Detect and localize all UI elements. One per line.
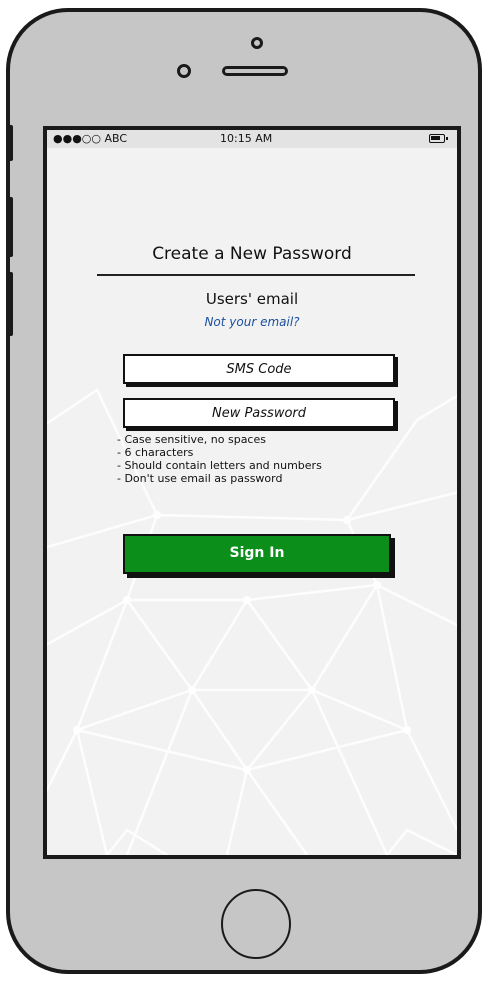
page-title: Create a New Password [152,244,352,264]
mute-switch [6,125,13,161]
password-rule: - Should contain letters and numbers [117,459,322,472]
sms-code-input[interactable] [125,356,393,382]
password-rule: - 6 characters [117,446,194,459]
password-rule: - Don't use email as password [117,472,283,485]
volume-down-button [6,272,13,336]
new-password-field[interactable] [123,398,395,428]
user-email: Users' email [205,290,299,308]
home-button[interactable] [221,889,291,959]
status-bar: ●●●○○ ABC 10:15 AM [47,130,457,148]
new-password-input[interactable] [125,400,393,426]
volume-up-button [6,197,13,257]
sensor-dot [251,37,263,49]
password-rules: - Case sensitive, no spaces - 6 characte… [117,433,322,485]
sms-code-field[interactable] [123,354,395,384]
password-rule: - Case sensitive, no spaces [117,433,266,446]
mesh-background [47,388,457,855]
earpiece-speaker [222,66,288,76]
title-divider [97,274,415,276]
not-your-email-link[interactable]: Not your email? [47,315,457,329]
status-time: 10:15 AM [220,132,273,145]
sign-in-button[interactable]: Sign In [123,534,391,574]
front-camera-icon [177,64,191,78]
carrier-signal: ●●●○○ ABC [53,132,128,145]
battery-icon [429,134,448,143]
screen: ●●●○○ ABC 10:15 AM Create a New Password… [43,126,461,859]
